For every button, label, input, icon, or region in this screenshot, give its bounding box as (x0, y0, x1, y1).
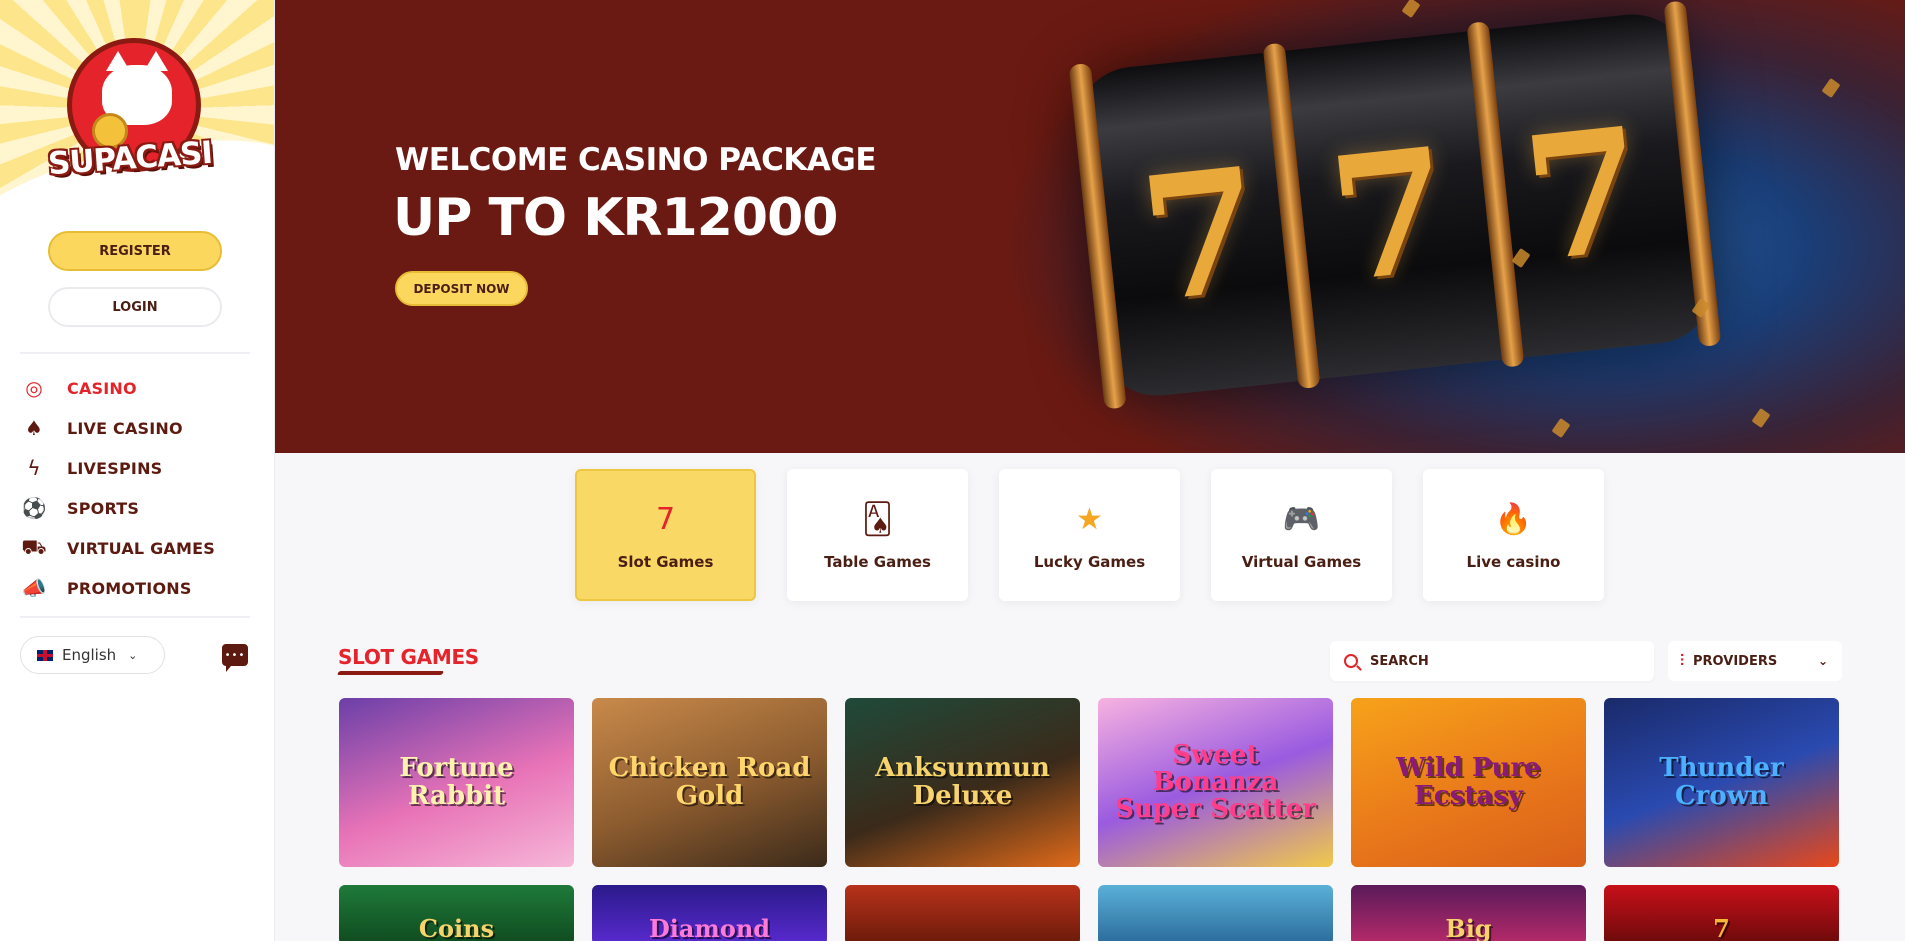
chat-icon[interactable]: ••• (222, 644, 248, 672)
search-input[interactable] (1370, 653, 1630, 669)
login-button[interactable]: Login (48, 287, 222, 327)
livespins-bolt-icon: ϟ (27, 456, 41, 480)
game-grid: Fortune Rabbit Chicken Road Gold Anksunmun… (339, 698, 1839, 941)
slot-reel-image: 7 7 7 (1068, 0, 1722, 410)
game-tile[interactable]: Fortune Rabbit (339, 698, 574, 867)
game-search[interactable] (1330, 641, 1654, 681)
motorbike-icon: ⛟ (21, 534, 47, 559)
game-title: Big (1445, 913, 1492, 941)
sidebar-item-label: Virtual Games (67, 538, 215, 558)
divider (20, 616, 250, 618)
sidebar-item-label: Casino (67, 378, 137, 398)
logo[interactable]: SUPACASI (0, 0, 274, 215)
chevron-down-icon: ⌄ (128, 648, 138, 662)
tab-virtual-games[interactable]: 🎮 Virtual Games (1211, 469, 1392, 601)
uk-flag-icon (37, 649, 53, 661)
divider (20, 352, 250, 354)
sidebar-item-sports[interactable]: ⚽ Sports (20, 488, 260, 528)
game-tile[interactable]: Thunder Crown (1604, 698, 1839, 867)
section-title: SLOT GAMES (338, 645, 479, 669)
sidebar-item-label: Live Casino (67, 418, 183, 438)
game-title: Wild Pure Ecstasy (1396, 753, 1541, 811)
reel-symbol: 7 (1131, 129, 1271, 342)
tab-label: Table Games (824, 553, 931, 571)
hero-kicker: WELCOME CASINO PACKAGE (395, 142, 877, 178)
game-tile[interactable]: 7 (1604, 885, 1839, 941)
game-title: Thunder Crown (1659, 753, 1784, 811)
register-button[interactable]: Register (48, 231, 222, 271)
star-icon: ★ (1076, 501, 1103, 537)
megaphone-icon: 📣 (21, 576, 47, 600)
tab-live-casino[interactable]: 🔥 Live casino (1423, 469, 1604, 601)
game-tile[interactable]: Anksunmun Deluxe (845, 698, 1080, 867)
tab-label: Live casino (1466, 553, 1561, 571)
search-icon (1344, 654, 1358, 668)
football-icon: ⚽ (21, 496, 47, 520)
game-tile[interactable] (845, 885, 1080, 941)
reel-symbol: 7 (1320, 109, 1460, 322)
gamepad-icon: 🎮 (1282, 501, 1321, 537)
game-title: Chicken Road Gold (608, 753, 811, 811)
game-tile[interactable] (1098, 885, 1333, 941)
hero-title: UP TO KR12000 (393, 188, 838, 248)
game-tile[interactable]: Big (1351, 885, 1586, 941)
casino-chip-icon: ◎ (25, 376, 43, 400)
hero-banner: 7 7 7 WELCOME CASINO PACKAGE UP TO KR120… (275, 0, 1905, 453)
tab-label: Virtual Games (1241, 553, 1362, 571)
game-title: Fortune Rabbit (399, 753, 514, 811)
game-tile[interactable]: Wild Pure Ecstasy (1351, 698, 1586, 867)
sidebar: SUPACASI Register Login ◎ Casino ♠ Live Cas… (0, 0, 275, 941)
sidebar-item-live-casino[interactable]: ♠ Live Casino (20, 408, 260, 448)
sidebar-item-livespins[interactable]: ϟ Livespins (20, 448, 260, 488)
game-title: Coins (418, 913, 495, 941)
deposit-now-button[interactable]: DEPOSIT NOW (395, 271, 528, 306)
app-root: SUPACASI Register Login ◎ Casino ♠ Live Cas… (0, 0, 1905, 941)
game-title: 7 (1713, 913, 1730, 941)
language-label: English (62, 646, 117, 664)
tab-label: Slot Games (617, 553, 714, 571)
game-tile[interactable]: Chicken Road Gold (592, 698, 827, 867)
game-title: Diamond (648, 913, 771, 941)
filter-sliders-icon: ⫶ (1680, 651, 1685, 670)
main-nav: ◎ Casino ♠ Live Casino ϟ Livespins ⚽ Sports ⛟ Vir… (20, 368, 260, 608)
reel-symbol: 7 (1514, 89, 1654, 301)
playing-cards-icon: 🂡 (862, 501, 893, 537)
game-tile[interactable]: Coins (339, 885, 574, 941)
flame-icon: 🔥 (1494, 501, 1533, 537)
sidebar-item-label: Promotions (67, 578, 192, 598)
logo-text: SUPACASI (46, 134, 214, 183)
language-select[interactable]: English ⌄ (20, 636, 165, 674)
sidebar-item-promotions[interactable]: 📣 Promotions (20, 568, 260, 608)
tab-slot-games[interactable]: 7 Slot Games (575, 469, 756, 601)
sidebar-item-label: Livespins (67, 458, 163, 478)
tab-lucky-games[interactable]: ★ Lucky Games (999, 469, 1180, 601)
providers-dropdown[interactable]: ⫶ PROVIDERS ⌄ (1668, 641, 1842, 681)
providers-label: PROVIDERS (1693, 653, 1778, 669)
game-title: Anksunmun Deluxe (875, 753, 1050, 811)
sidebar-item-casino[interactable]: ◎ Casino (20, 368, 260, 408)
game-tile[interactable]: Sweet Bonanza Super Scatter (1098, 698, 1333, 867)
tab-label: Lucky Games (1033, 553, 1146, 571)
game-title: Sweet Bonanza Super Scatter (1115, 739, 1316, 825)
sidebar-item-label: Sports (67, 498, 140, 518)
tab-table-games[interactable]: 🂡 Table Games (787, 469, 968, 601)
sidebar-item-virtual-games[interactable]: ⛟ Virtual Games (20, 528, 260, 568)
chevron-down-icon: ⌄ (1817, 654, 1828, 668)
slot-seven-icon: 7 (655, 501, 676, 537)
category-tabs: 7 Slot Games 🂡 Table Games ★ Lucky Games 🎮 Virt… (575, 469, 1604, 601)
game-tile[interactable]: Diamond (592, 885, 827, 941)
live-casino-card-icon: ♠ (25, 416, 43, 440)
section-underline (336, 671, 445, 675)
